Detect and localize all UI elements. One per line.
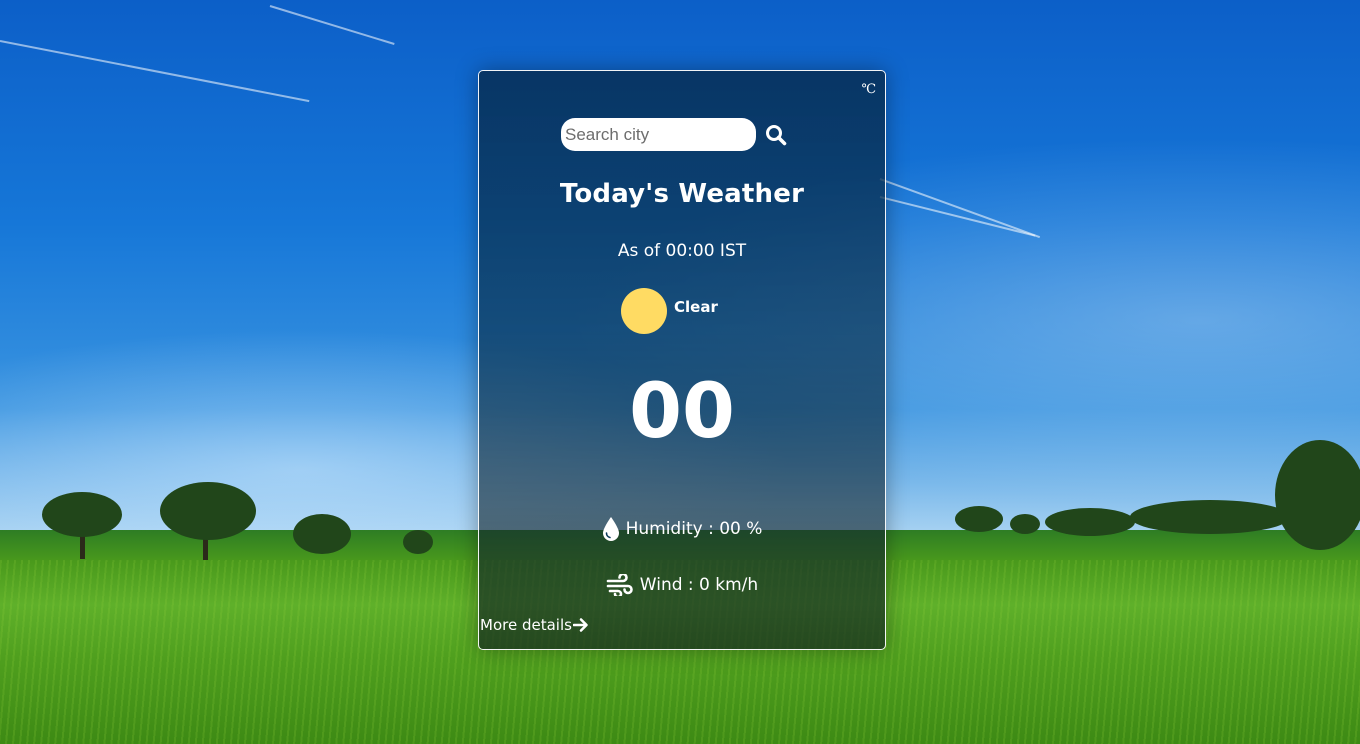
tree [1045, 508, 1135, 536]
wind-icon [606, 574, 634, 596]
tree [1130, 500, 1290, 534]
weather-card: ℃ Today's Weather As of 00:00 IST Clear … [478, 70, 886, 650]
tree [403, 530, 433, 554]
wind-label: Wind : 0 km/h [639, 575, 759, 595]
humidity-label: Humidity : 00 % [625, 519, 763, 539]
search-button[interactable] [764, 123, 788, 147]
tree [293, 514, 351, 554]
tree [955, 506, 1003, 532]
condition-label: Clear [674, 298, 718, 316]
humidity-row: Humidity : 00 % [479, 516, 885, 542]
search-input[interactable] [561, 118, 756, 151]
tree [1275, 440, 1360, 550]
wind-row: Wind : 0 km/h [479, 574, 885, 596]
as-of-time: As of 00:00 IST [617, 241, 747, 261]
arrow-right-icon [572, 617, 589, 633]
tree [160, 482, 256, 540]
water-drop-icon [602, 516, 620, 542]
search-icon [766, 124, 787, 145]
search-bar [561, 118, 788, 151]
page-title: Today's Weather [559, 179, 805, 209]
unit-toggle-celsius[interactable]: ℃ [861, 82, 876, 97]
tree [42, 492, 122, 537]
tree [1010, 514, 1040, 534]
temperature-value: 00 [629, 366, 735, 455]
more-details-link[interactable]: More details [480, 616, 589, 634]
weather-condition: Clear [621, 288, 718, 334]
sun-icon [621, 288, 667, 334]
more-details-label: More details [480, 616, 572, 634]
